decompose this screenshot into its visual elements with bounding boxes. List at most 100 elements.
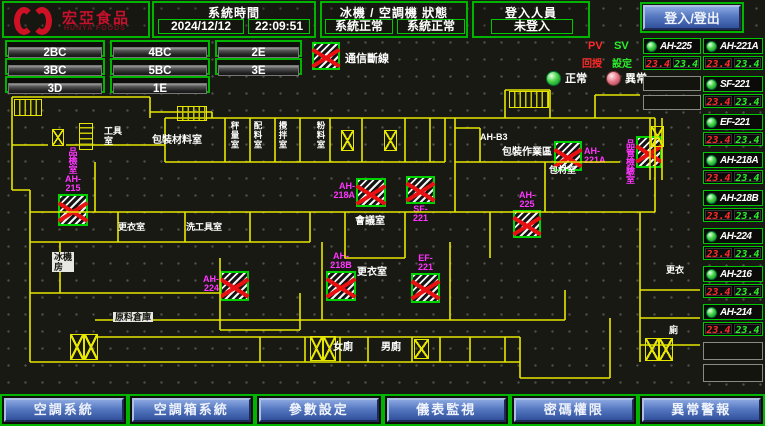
room-label: 攪拌室 [277,121,288,150]
date-value: 2024/12/12 [158,19,244,34]
equipment-values: 23.4 23.4 [703,132,763,146]
equipment-column-1: AH-225 23.4 23.4 [643,38,701,76]
ahu-unit-disconnected-icon[interactable]: AH-218A [356,178,386,207]
room-label: 冰機 房 [52,252,74,272]
floor-button[interactable]: 3D [8,83,102,94]
column2-empty-slots [703,342,763,386]
room-label: 粉料室 [315,121,326,150]
equipment-name: AH-214 [720,307,751,318]
hunya-logo-icon [12,6,58,36]
equipment-row: SF-221 23.4 23.4 [703,76,763,114]
room-label: 男廁 [381,342,401,353]
sv-value: 23.4 [673,58,699,68]
room-label: 秤量室 [229,121,240,150]
sv-value: 23.4 [734,172,761,182]
equipment-name-button[interactable]: AH-221A [703,38,763,54]
ahu-unit-disconnected-icon[interactable]: AH-218B [326,271,356,301]
door-x-icon [52,129,64,146]
room-label: 會議室 [355,216,385,227]
equipment-name-button[interactable]: AH-214 [703,304,763,320]
ahu-unit-disconnected-icon[interactable]: EF-221 [411,273,440,303]
time-value: 22:09:51 [248,19,310,34]
floor-button[interactable]: 3BC [8,65,102,76]
sv-value: 23.4 [734,58,761,68]
column1-empty-slots [643,76,701,114]
nav-button[interactable]: 異常警報 [642,398,762,422]
floor-button[interactable]: 4BC [113,47,207,58]
equipment-name: SF-221 [720,79,750,90]
login-button-frame: 登入/登出 [640,2,744,33]
pv-label: PV [588,40,603,52]
floor-button[interactable]: 2BC [8,47,102,58]
ahu-unit-disconnected-icon[interactable]: 品檢室 AH-215 [58,194,88,226]
ahu-unit-disconnected-icon[interactable]: SF-221 [406,176,435,204]
normal-text: 正常 [565,70,587,86]
pv-value: 23.4 [645,58,671,68]
sv-value: 23.4 [734,210,761,220]
equipment-row: AH-225 23.4 23.4 [643,38,701,76]
sv-label: SV [614,40,629,52]
nav-button[interactable]: 儀表監視 [387,398,507,422]
logo-subtext: HUNYA FOODS [64,25,126,32]
sv-value: 23.4 [734,134,761,144]
equipment-name-button[interactable]: AH-218B [703,190,763,206]
nav-button[interactable]: 空調箱系統 [132,398,252,422]
door-x-icon [341,130,354,151]
sv-value: 23.4 [734,324,761,334]
room-label: 配料室 [252,121,263,150]
status-led-icon [706,193,717,204]
empty-slot [643,76,701,91]
equipment-row: AH-214 23.4 23.4 [703,304,763,342]
room-label: 女廁 [333,342,353,353]
equipment-values: 23.4 23.4 [703,208,763,222]
login-status: 未登入 [491,19,573,34]
equipment-row: AH-221A 23.4 23.4 [703,38,763,76]
equipment-name-button[interactable]: EF-221 [703,114,763,130]
equipment-name: EF-221 [720,117,750,128]
equipment-values: 23.4 23.4 [703,322,763,336]
room-label: AH-B3 [480,132,508,142]
equipment-name-button[interactable]: AH-218A [703,152,763,168]
empty-slot [703,342,763,360]
normal-led-icon [546,71,561,86]
login-logout-button[interactable]: 登入/登出 [643,5,741,30]
abnormal-indicator: 異常 [606,70,647,86]
abnormal-led-icon [606,71,621,86]
room-label: 更衣室 [118,222,145,232]
normal-indicator: 正常 [546,70,587,86]
floor-button-frame: 4BC [110,40,210,57]
room-label: 包裝材料室 [152,135,202,146]
equipment-name-button[interactable]: SF-221 [703,76,763,92]
ahu-unit-disconnected-icon[interactable]: AH-225 [513,210,541,238]
floor-button[interactable]: 1E [113,83,207,94]
equipment-name-button[interactable]: AH-225 [643,38,701,54]
equipment-name: AH-225 [660,41,691,52]
login-panel: 登入人員 未登入 [472,1,590,38]
equipment-name-button[interactable]: AH-216 [703,266,763,282]
floor-button[interactable]: 2E [218,47,299,58]
equipment-column-2: AH-221A 23.4 23.4 SF-221 23.4 23.4 EF-22… [703,38,763,342]
ahu-unit-label: AH-221A [584,147,606,165]
room-label: 更衣 [666,265,684,275]
bottom-nav-bar: 空調系統 空調箱系統 參數設定 儀表監視 密碼權限 異常警報 [0,394,765,426]
disconnect-legend-label: 通信斷線 [345,50,389,66]
hmi-screen: { "header": { "logo_text": "宏亞食品", "logo… [0,0,765,426]
room-label: 原料倉庫 [113,312,153,322]
status-led-icon [646,41,657,52]
floor-button[interactable]: 3E [218,65,299,76]
door-x-icon [84,334,98,360]
equipment-values: 23.4 23.4 [703,246,763,260]
ahu-unit-label: EF-221 [418,254,433,272]
status-led-icon [706,41,717,52]
ahu-unit-disconnected-icon[interactable]: AH-224 [220,271,249,301]
nav-button-frame: 儀表監視 [383,394,511,426]
floor-button[interactable]: 5BC [113,65,207,76]
equipment-name-button[interactable]: AH-224 [703,228,763,244]
nav-button[interactable]: 參數設定 [259,398,379,422]
pv-value: 23.4 [705,210,732,220]
door-x-icon [645,338,659,361]
floor-button-frame: 5BC [110,58,210,75]
nav-button[interactable]: 密碼權限 [514,398,634,422]
nav-button[interactable]: 空調系統 [4,398,124,422]
room-label: 更衣室 [357,267,387,278]
